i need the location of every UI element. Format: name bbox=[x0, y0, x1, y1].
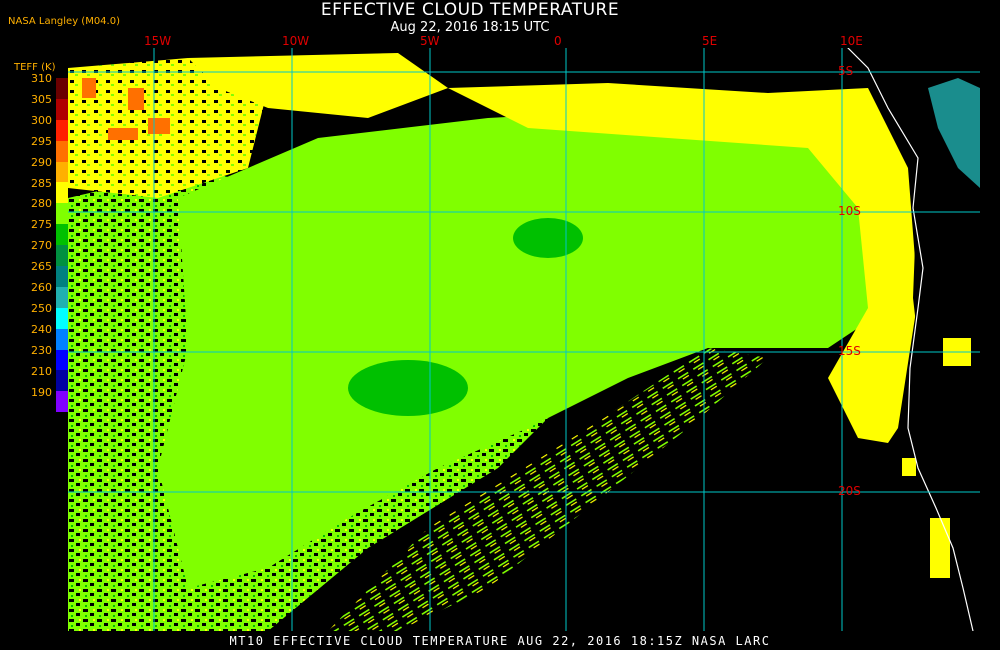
latitude-label: 20S bbox=[838, 484, 861, 498]
longitude-label: 5W bbox=[420, 34, 440, 48]
latitude-label: 5S bbox=[838, 64, 854, 78]
legend-label: 290 bbox=[31, 155, 52, 169]
latitude-label: 15S bbox=[838, 344, 861, 358]
warm-patch bbox=[148, 118, 170, 134]
legend-label: 230 bbox=[31, 343, 52, 357]
legend-label: 305 bbox=[31, 92, 52, 106]
cold-cloud-patch bbox=[513, 218, 583, 258]
longitude-label: 0 bbox=[554, 34, 562, 48]
legend-label: 240 bbox=[31, 322, 52, 336]
legend-label: 250 bbox=[31, 301, 52, 315]
legend-label: 280 bbox=[31, 197, 52, 211]
legend-label: 300 bbox=[31, 113, 52, 127]
legend-label: 260 bbox=[31, 281, 52, 294]
cloud-temperature-field bbox=[68, 48, 980, 631]
coast-cloud-yellow bbox=[902, 458, 916, 476]
warm-patch bbox=[82, 78, 96, 98]
longitude-label: 10E bbox=[840, 34, 863, 48]
latitude-label: 10S bbox=[838, 204, 861, 218]
map-subtitle: Aug 22, 2016 18:15 UTC bbox=[390, 20, 550, 35]
coast-cloud-yellow bbox=[930, 518, 950, 578]
longitude-label: 15W bbox=[144, 34, 172, 48]
longitude-label: 10W bbox=[282, 34, 310, 48]
longitude-label: 5E bbox=[702, 34, 718, 48]
legend-label: 270 bbox=[31, 239, 52, 253]
warm-patch bbox=[108, 128, 138, 140]
map-title: EFFECTIVE CLOUD TEMPERATURE bbox=[320, 0, 620, 20]
legend-label: 190 bbox=[31, 385, 52, 399]
footer-caption: MT10 EFFECTIVE CLOUD TEMPERATURE AUG 22,… bbox=[229, 634, 771, 648]
satellite-map bbox=[68, 48, 980, 631]
cold-cloud-patch bbox=[348, 360, 468, 416]
legend-label: 265 bbox=[31, 260, 52, 274]
warm-patch bbox=[128, 88, 144, 110]
legend-label: 310 bbox=[31, 72, 52, 85]
legend-label: 295 bbox=[31, 134, 52, 148]
legend-label: 275 bbox=[31, 218, 52, 232]
legend-label: 210 bbox=[31, 364, 52, 378]
legend-label: 285 bbox=[31, 176, 52, 190]
